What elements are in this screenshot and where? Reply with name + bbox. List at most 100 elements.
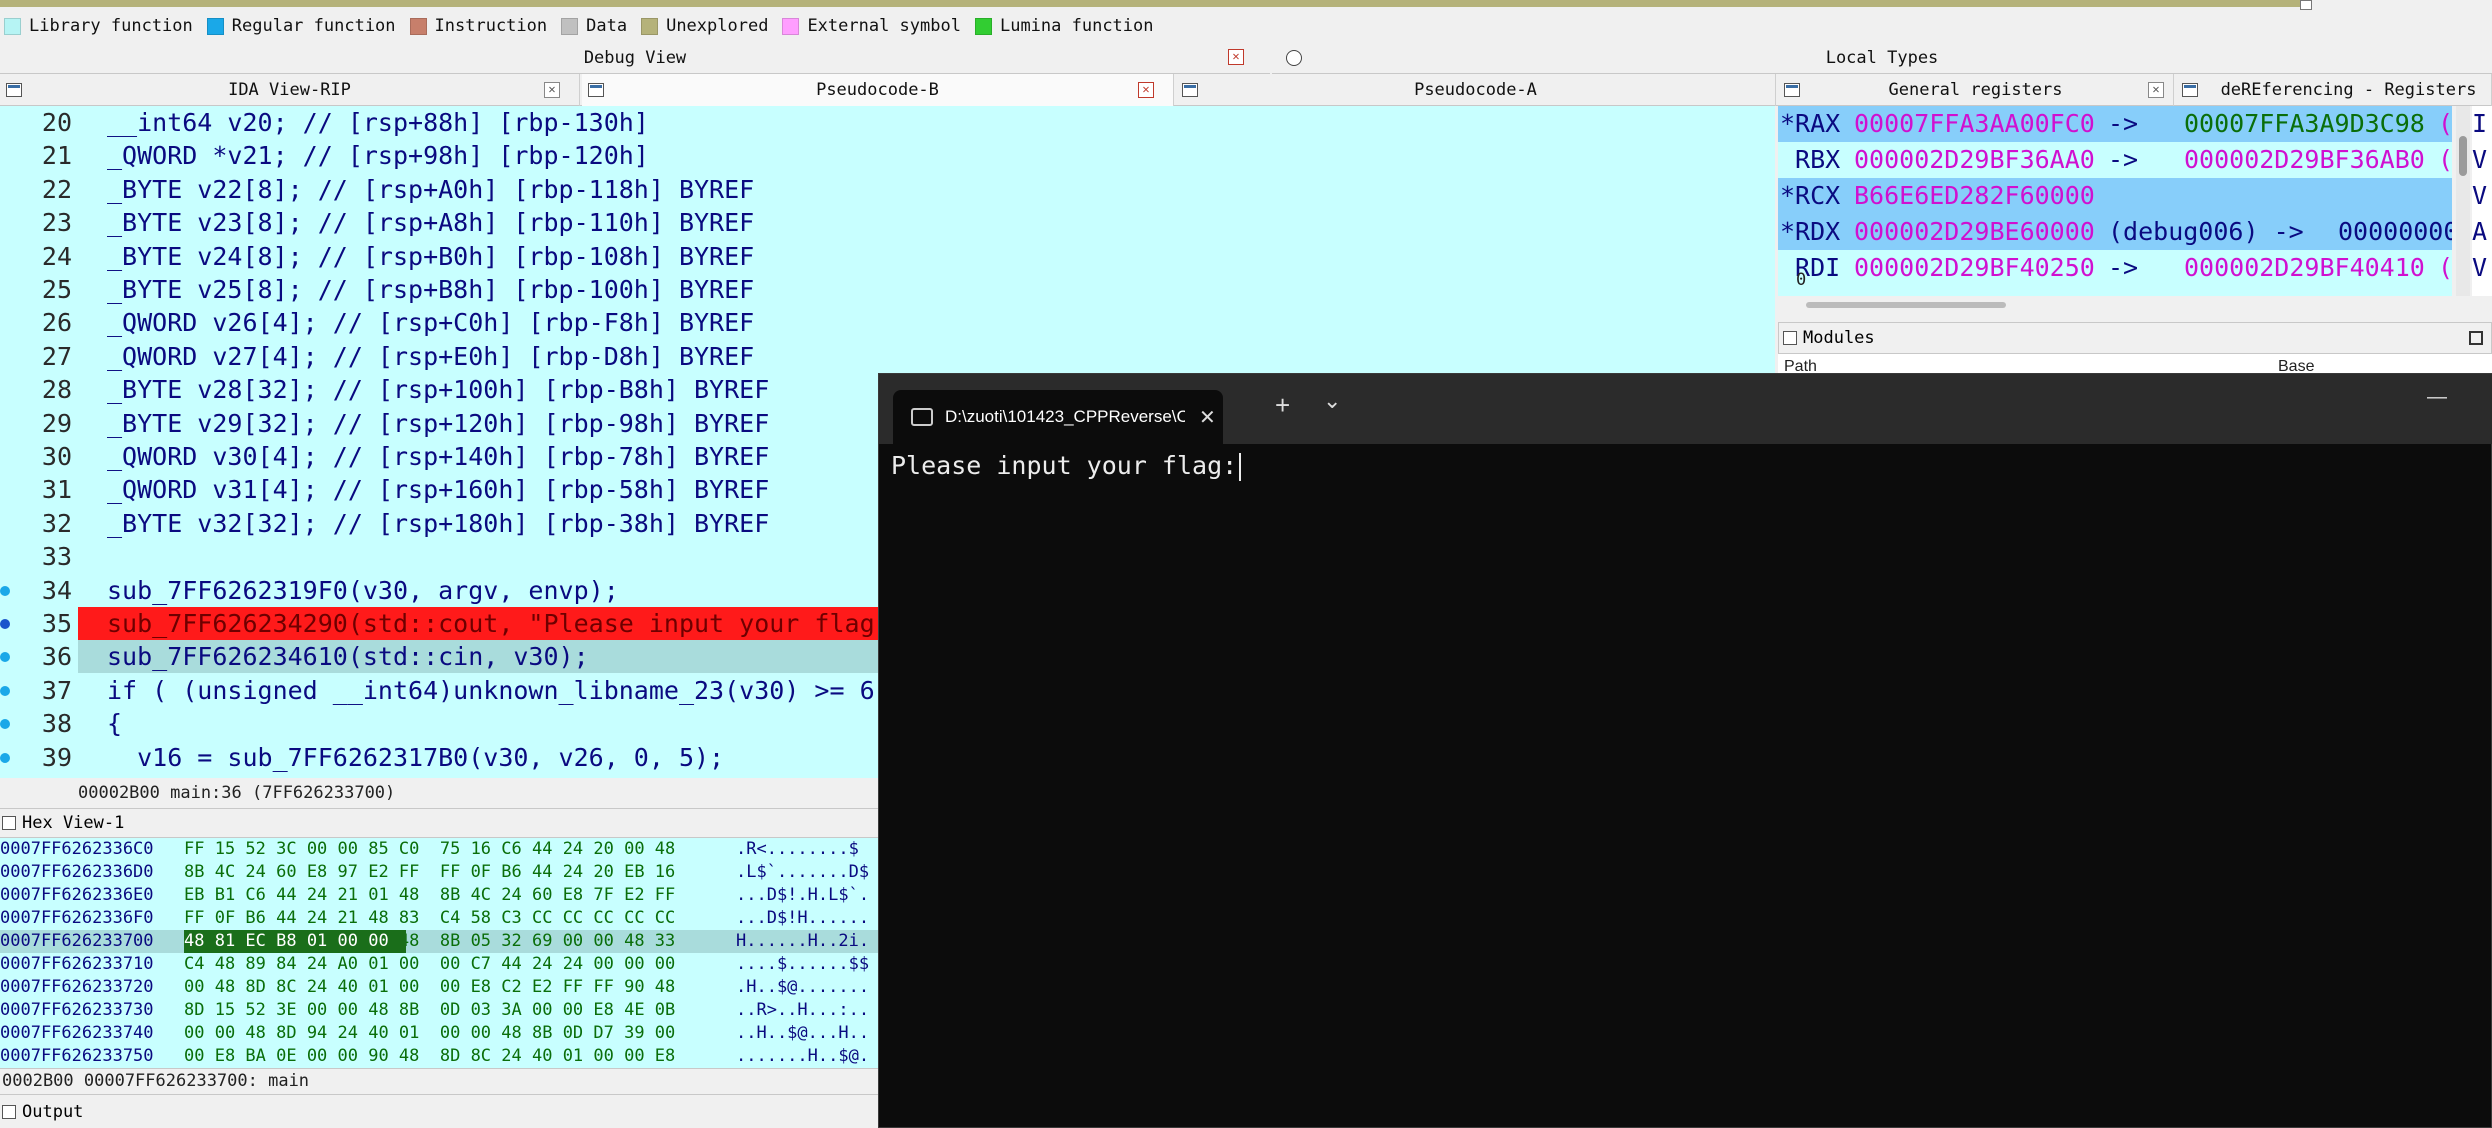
line-number: 36: [41, 642, 72, 672]
new-tab-button[interactable]: +: [1275, 390, 1290, 421]
horizontal-scrollbar[interactable]: [1806, 302, 2006, 308]
code-text: sub_7FF6262319F0(v30, argv, envp);: [107, 575, 619, 605]
breakpoint-icon[interactable]: [0, 619, 10, 629]
code-line[interactable]: 26 _QWORD v26[4]; // [rsp+C0h] [rbp-F8h] …: [0, 306, 1775, 339]
legend-swatch: [4, 17, 21, 35]
tab-dereferencing[interactable]: deREferencing - Registers: [2176, 74, 2492, 106]
code-text: _BYTE v28[32]; // [rsp+100h] [rbp-B8h] B…: [107, 375, 770, 405]
close-icon[interactable]: ✕: [544, 82, 560, 98]
maximize-icon[interactable]: [2469, 331, 2483, 345]
text-cursor: [1239, 453, 1242, 481]
legend-swatch: [561, 17, 579, 35]
scrollbar-thumb[interactable]: [2459, 136, 2467, 176]
tab-pseudocode-b[interactable]: Pseudocode-B ✕: [582, 74, 1174, 106]
register-v2: 00007FFA3A9D3C98: [2184, 109, 2425, 138]
local-types-header[interactable]: Local Types: [1272, 42, 2492, 74]
debug-view-header[interactable]: Debug View ✕: [0, 42, 1270, 74]
line-number: 33: [41, 542, 72, 572]
registers-icon: [1784, 83, 1800, 97]
register-name: *RAX: [1780, 109, 1841, 138]
register-tail: (de: [2438, 145, 2452, 174]
hex-ascii: .L$`.......D$: [736, 862, 870, 882]
close-icon[interactable]: ✕: [1138, 82, 1154, 98]
close-icon[interactable]: ✕: [1228, 49, 1244, 65]
close-icon[interactable]: ✕: [2148, 82, 2164, 98]
output-icon: [2, 1104, 16, 1119]
terminal-titlebar[interactable]: D:\zuoti\101423_CPPReverse\C ✕ + ⌄ —: [879, 374, 2492, 444]
code-line[interactable]: 25 _BYTE v25[8]; // [rsp+B8h] [rbp-100h] …: [0, 273, 1775, 306]
register-name: RDI: [1780, 253, 1841, 282]
code-text: _QWORD v26[4]; // [rsp+C0h] [rbp-F8h] BY…: [107, 308, 755, 338]
navigation-band-end: [2300, 0, 2312, 10]
legend-swatch: [206, 17, 224, 35]
register-name: *RDX: [1780, 217, 1841, 246]
navigation-band[interactable]: [0, 0, 2492, 10]
code-text: _QWORD v30[4]; // [rsp+140h] [rbp-78h] B…: [107, 442, 770, 471]
modules-header[interactable]: Modules: [1778, 322, 2492, 354]
tab-general-registers[interactable]: General registers ✕: [1778, 74, 2174, 106]
chevron-down-icon[interactable]: ⌄: [1323, 388, 1341, 414]
line-number: 28: [41, 375, 72, 405]
legend-item: Instruction: [409, 16, 548, 36]
close-icon[interactable]: ✕: [1199, 405, 1216, 430]
register-arrow: ->: [2108, 145, 2139, 174]
register-name: *RCX: [1780, 181, 1841, 210]
code-line[interactable]: 24 _BYTE v24[8]; // [rsp+B0h] [rbp-108h] …: [0, 240, 1775, 273]
hex-ascii: .H..$@.......: [736, 977, 870, 997]
hex-view-icon: [2, 816, 16, 830]
tab-pseudocode-a[interactable]: Pseudocode-A: [1176, 74, 1776, 106]
hex-bytes: 00 E8 BA 0E 00 00 90 48 8D 8C 24 40 01 0…: [184, 1046, 676, 1066]
line-number: 35: [41, 609, 72, 638]
code-text: sub_7FF626234610(std::cin, v30);: [107, 642, 589, 672]
code-line[interactable]: 21 _QWORD *v21; // [rsp+98h] [rbp-120h]: [0, 139, 1775, 172]
code-line[interactable]: 20 __int64 v20; // [rsp+88h] [rbp-130h]: [0, 106, 1775, 139]
legend-item: Data: [561, 16, 627, 36]
vertical-scrollbar[interactable]: [2456, 106, 2470, 296]
line-marker-icon[interactable]: [0, 585, 10, 596]
legend-swatch: [782, 17, 800, 35]
terminal-tab-title: D:\zuoti\101423_CPPReverse\C: [945, 407, 1185, 426]
hex-address: 0007FF626233740: [0, 1023, 154, 1043]
color-legend: Library function Regular function Instruct…: [0, 10, 2492, 42]
hex-bytes: FF 15 52 3C 00 00 85 C0 75 16 C6 44 24 2…: [184, 839, 676, 859]
registers-icon: [2182, 83, 2198, 97]
terminal-window[interactable]: D:\zuoti\101423_CPPReverse\C ✕ + ⌄ — Ple…: [878, 373, 2492, 1128]
modules-title: Modules: [1803, 328, 1875, 348]
tab-ida-view-rip[interactable]: IDA View-RIP ✕: [0, 74, 580, 106]
line-marker-icon[interactable]: [0, 719, 10, 730]
tab-label: General registers: [1888, 80, 2063, 100]
hex-selection: 48 81 EC B8 01 00 00: [184, 930, 406, 953]
code-text: _BYTE v23[8]; // [rsp+A8h] [rbp-110h] BY…: [107, 208, 755, 238]
register-row[interactable]: *RCX B66E6ED282F60000: [1778, 178, 2452, 214]
legend-item: Regular function: [206, 16, 396, 36]
hex-ascii: ...D$!.H.L$`.: [736, 885, 870, 905]
minimize-button[interactable]: —: [2427, 386, 2447, 409]
general-registers-view[interactable]: *RAX 00007FFA3AA00FC0 -> 00007FFA3A9D3C98 (M…: [1778, 106, 2452, 296]
line-marker-icon[interactable]: [0, 652, 10, 663]
deref-cell: V: [2472, 253, 2488, 282]
legend-label: Instruction: [434, 16, 548, 36]
terminal-output[interactable]: Please input your flag:: [891, 444, 1242, 488]
code-line[interactable]: 23 _BYTE v23[8]; // [rsp+A8h] [rbp-110h] …: [0, 206, 1775, 239]
hex-ascii: H......H..2i.: [736, 931, 870, 951]
tab-label: Pseudocode-B: [816, 80, 939, 100]
legend-swatch: [974, 17, 992, 35]
register-row[interactable]: RDI 000002D29BF40250 -> 000002D29BF40410 (de: [1778, 250, 2452, 286]
register-row[interactable]: *RDX 000002D29BE60000 (debug006) -> 0000000…: [1778, 214, 2452, 250]
code-line[interactable]: 27 _QWORD v27[4]; // [rsp+E0h] [rbp-D8h] …: [0, 340, 1775, 373]
terminal-tab[interactable]: D:\zuoti\101423_CPPReverse\C ✕: [893, 390, 1223, 444]
legend-item: External symbol: [782, 16, 961, 36]
register-v2: 000002D29BF40410: [2184, 253, 2425, 282]
register-row[interactable]: *RAX 00007FFA3AA00FC0 -> 00007FFA3A9D3C98 (M…: [1778, 106, 2452, 142]
register-row[interactable]: RBX 000002D29BF36AA0 -> 000002D29BF36AB0 (de: [1778, 142, 2452, 178]
line-number: 24: [41, 241, 72, 271]
code-line[interactable]: 22 _BYTE v22[8]; // [rsp+A0h] [rbp-118h] …: [0, 173, 1775, 206]
line-marker-icon[interactable]: [0, 752, 10, 763]
dereferencing-view[interactable]: IVVAV: [2472, 106, 2492, 296]
hex-bytes: 8D 15 52 3E 00 00 48 8B 0D 03 3A 00 00 E…: [184, 1000, 676, 1020]
register-v1: B66E6ED282F60000: [1854, 181, 2095, 210]
navigation-band-bar: [0, 0, 2300, 7]
register-arrow: ->: [2108, 253, 2139, 282]
line-marker-icon[interactable]: [0, 685, 10, 696]
line-number: 32: [41, 508, 72, 538]
